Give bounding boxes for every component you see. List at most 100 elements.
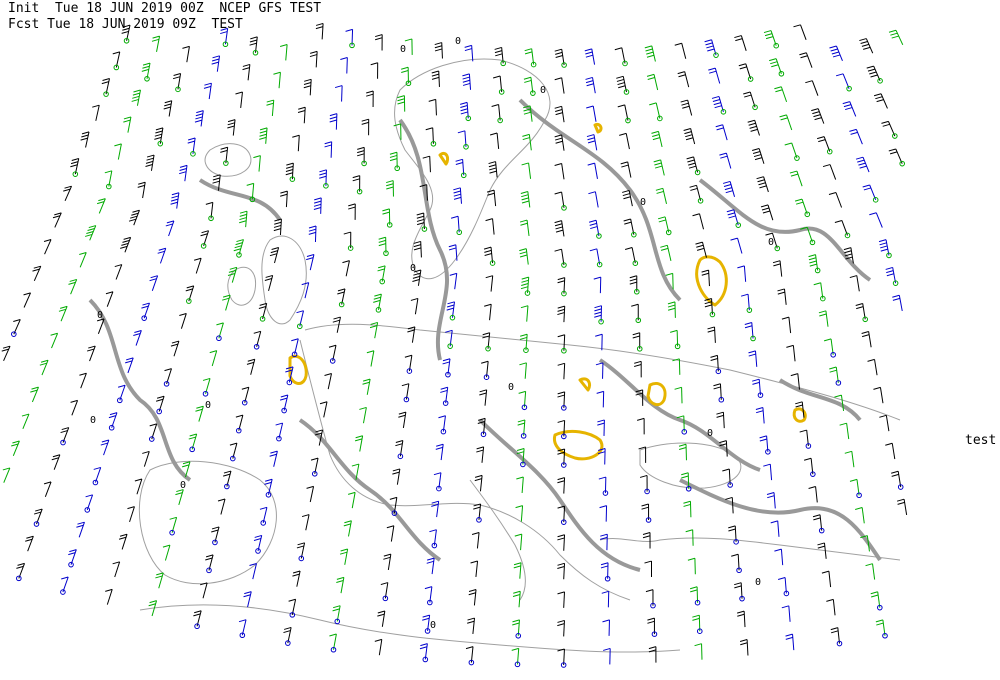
wind-barb-icon: [419, 643, 429, 663]
wind-barb-icon: [689, 586, 701, 606]
wind-barb-icon: [170, 192, 180, 209]
wind-barb-icon: [76, 521, 85, 538]
wind-barb-icon: [595, 362, 604, 379]
yellow-contour-6: [438, 151, 450, 166]
wind-barb-icon: [481, 360, 490, 381]
wind-barb-icon: [382, 208, 393, 228]
wind-barb-icon: [624, 247, 639, 266]
wind-barb-icon: [888, 148, 905, 167]
wind-barb-icon: [855, 156, 870, 173]
wind-barb-icon: [716, 411, 725, 429]
wind-barb-icon: [220, 27, 229, 48]
wind-barb-icon: [148, 423, 158, 442]
wind-barb-icon: [108, 412, 118, 431]
wind-barb-icon: [319, 169, 329, 189]
wind-barb-icon: [296, 310, 304, 330]
wind-barb-icon: [866, 65, 883, 84]
wind-barb-icon: [309, 50, 318, 68]
wind-barb-icon: [125, 357, 134, 374]
wind-barb-icon: [830, 627, 843, 647]
wind-barb-icon: [713, 383, 725, 403]
wind-barb-icon: [185, 285, 195, 304]
wind-barb-icon: [739, 639, 749, 656]
wind-barb-icon: [639, 474, 650, 495]
wind-barb-icon: [711, 95, 727, 115]
wind-barb-icon: [554, 248, 567, 268]
wind-barb-icon: [426, 557, 435, 575]
wind-barb-icon: [85, 225, 97, 241]
wind-barb-icon: [370, 62, 379, 79]
wind-barb-icon: [68, 278, 78, 295]
wind-barb-icon: [266, 99, 275, 117]
wind-barb-icon: [486, 189, 497, 207]
coastline-british-isles: [261, 235, 307, 325]
wind-barb-icon: [588, 219, 602, 239]
wind-barb-icon: [157, 247, 167, 264]
wind-barb-icon: [33, 508, 43, 527]
wind-barb-icon: [597, 419, 605, 436]
wind-barb-icon: [165, 220, 175, 237]
wind-barb-icon: [141, 302, 150, 321]
wind-barb-icon: [629, 275, 640, 295]
wind-barb-icon: [84, 494, 94, 513]
wind-barb-icon: [425, 127, 437, 147]
contour-value-label: 0: [400, 44, 406, 55]
wind-barb-icon: [397, 95, 406, 112]
yellow-contour-3: [646, 382, 667, 407]
wind-barb-icon: [829, 366, 842, 386]
wind-barb-icon: [235, 414, 244, 434]
wind-barb-icon: [193, 610, 202, 630]
wind-barb-icon: [647, 617, 658, 637]
wind-barb-icon: [324, 373, 332, 390]
contour-value-label: 0: [430, 620, 436, 631]
wind-barb-icon: [375, 34, 383, 51]
wind-barb-icon: [522, 133, 532, 151]
wind-barb-icon: [297, 106, 306, 124]
wind-barb-icon: [865, 563, 876, 580]
wind-barb-icon: [519, 219, 530, 237]
wind-barb-icon: [343, 231, 354, 251]
wind-barb-icon: [449, 272, 458, 290]
wind-barb-icon: [52, 212, 62, 228]
wind-barb-icon: [648, 646, 657, 663]
contour-value-label: 0: [755, 577, 761, 588]
wind-barb-icon: [785, 633, 795, 651]
wind-barb-icon: [557, 362, 566, 380]
wind-barb-icon: [43, 481, 52, 498]
wind-barb-icon: [291, 338, 299, 358]
wind-barb-icon: [386, 525, 395, 542]
wind-barb-icon: [587, 162, 598, 179]
wind-barb-icon: [557, 277, 567, 297]
wind-barb-icon: [554, 191, 567, 211]
wind-barb-icon: [715, 124, 728, 141]
wind-barb-icon: [23, 292, 32, 308]
wind-barb-icon: [694, 643, 703, 660]
wind-barb-icon: [674, 386, 683, 404]
wind-barb-icon: [826, 598, 836, 616]
wind-barb-icon: [460, 101, 472, 122]
wind-barb-icon: [249, 36, 259, 56]
wind-barb-icon: [708, 67, 721, 84]
wind-barb-icon: [216, 322, 224, 342]
wind-barb-icon: [557, 391, 567, 411]
wind-barb-icon: [823, 338, 836, 358]
wind-barb-icon: [519, 333, 529, 353]
wind-barb-icon: [873, 386, 884, 404]
wind-barb-icon: [187, 137, 196, 157]
wind-barb-icon: [413, 240, 422, 258]
wind-barb-icon: [440, 386, 449, 406]
wind-barb-icon: [598, 476, 609, 496]
wind-barb-icon: [238, 619, 247, 639]
wind-barb-icon: [642, 532, 651, 549]
wind-barb-icon: [474, 474, 483, 492]
wind-barb-icon: [453, 187, 462, 204]
wind-barb-icon: [586, 134, 598, 151]
wind-barb-icon: [479, 389, 488, 406]
wind-barb-icon: [799, 52, 813, 68]
wind-barb-icon: [288, 598, 297, 618]
wind-barb-icon: [779, 114, 793, 131]
contour-value-label: 0: [205, 400, 211, 411]
calm-circle-icon: [60, 439, 66, 446]
coastline-greece-turkey: [599, 537, 901, 561]
wind-barb-icon: [620, 161, 632, 178]
